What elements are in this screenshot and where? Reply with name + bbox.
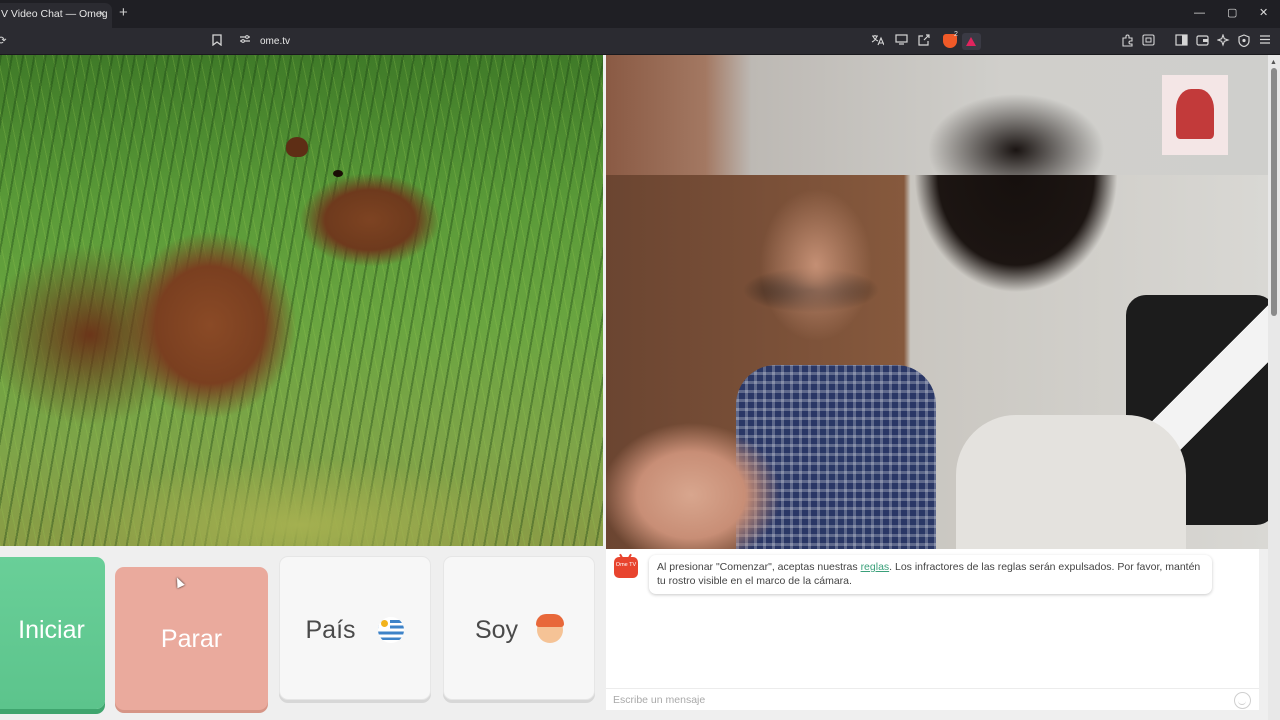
emoji-picker-icon[interactable] — [1234, 692, 1251, 709]
reload-icon[interactable]: ⟳ — [0, 34, 10, 48]
scrollbar-thumb[interactable] — [1271, 68, 1277, 316]
maximize-icon[interactable]: ▢ — [1227, 6, 1237, 20]
capybara-eye — [333, 170, 343, 177]
ome-tv-page: ▲ Iniciar Parar País Soy Ome TV Al presi… — [0, 55, 1280, 720]
chat-panel: Ome TV Al presionar "Comenzar", aceptas … — [606, 549, 1259, 710]
country-button[interactable]: País — [279, 556, 431, 700]
extensions-icon[interactable] — [1119, 34, 1135, 51]
wall-poster — [1162, 75, 1228, 155]
brave-rewards-icon[interactable] — [962, 33, 981, 50]
boy-face-icon — [536, 614, 565, 644]
new-tab-button[interactable]: + — [119, 4, 128, 22]
vpn-icon[interactable] — [1236, 34, 1252, 51]
start-button-label: Iniciar — [18, 615, 85, 644]
stop-button[interactable]: Parar — [115, 567, 268, 710]
gender-button[interactable]: Soy — [443, 556, 595, 700]
shields-count: 2 — [954, 31, 958, 38]
active-tab[interactable]: V Video Chat — Omeg × — [0, 3, 112, 28]
hand-in-foreground — [606, 405, 781, 549]
menu-icon[interactable] — [1257, 34, 1273, 49]
leo-ai-icon[interactable] — [1215, 33, 1231, 51]
ome-tv-logo-icon: Ome TV — [614, 557, 638, 578]
scroll-up-arrow-icon[interactable]: ▲ — [1270, 59, 1277, 67]
gender-button-label: Soy — [474, 616, 519, 645]
close-window-icon[interactable]: ✕ — [1259, 6, 1268, 20]
tab-title: V Video Chat — Omeg — [1, 8, 108, 20]
share-icon[interactable] — [916, 34, 932, 50]
cast-icon[interactable] — [893, 34, 909, 49]
tab-close-icon[interactable]: × — [99, 8, 105, 20]
translate-icon[interactable] — [869, 34, 885, 50]
sidebar-icon[interactable] — [1173, 34, 1189, 50]
message-input[interactable] — [613, 691, 1213, 709]
wallet-icon[interactable] — [1194, 34, 1210, 50]
white-tshirt — [956, 415, 1186, 549]
system-notice-message: Al presionar "Comenzar", aceptas nuestra… — [649, 555, 1212, 594]
page-scrollbar[interactable]: ▲ — [1268, 55, 1280, 720]
notice-text-start: Al presionar "Comenzar", aceptas nuestra… — [657, 561, 861, 573]
address-bar[interactable]: ome.tv — [260, 36, 290, 48]
message-input-bar — [606, 688, 1259, 710]
bookmark-icon[interactable] — [209, 34, 225, 50]
stop-button-label: Parar — [160, 624, 223, 653]
stranger-camera-feed — [606, 55, 1268, 549]
browser-toolbar: ⟳ ome.tv — [0, 28, 1280, 55]
rules-link[interactable]: reglas — [861, 561, 890, 573]
country-button-label: País — [305, 616, 356, 645]
start-button[interactable]: Iniciar — [0, 557, 105, 709]
uruguay-flag-icon — [378, 617, 405, 644]
minimize-icon[interactable]: — — [1194, 6, 1205, 20]
tab-bar: V Video Chat — Omeg × + — ▢ ✕ — [0, 0, 1280, 28]
capybara-ear — [286, 137, 308, 157]
screenshot-icon[interactable] — [1140, 34, 1156, 50]
site-info-icon[interactable] — [237, 34, 253, 48]
own-camera-feed — [0, 55, 603, 546]
